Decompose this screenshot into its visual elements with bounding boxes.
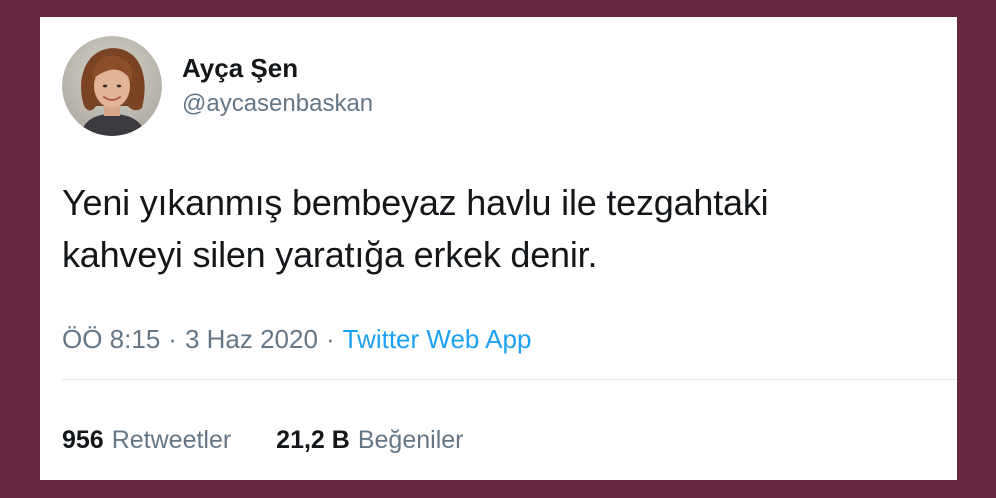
author-block: Ayça Şen @aycasenbaskan <box>182 51 373 121</box>
retweets-stat[interactable]: 956 Retweetler <box>62 423 231 457</box>
tweet-text: Yeni yıkanmış bembeyaz havlu ile tezgaht… <box>62 177 952 281</box>
tweet-text-line: Yeni yıkanmış bembeyaz havlu ile tezgaht… <box>62 182 769 223</box>
likes-label: Beğeniler <box>357 426 464 454</box>
tweet-text-line: kahveyi silen yaratığa erkek denir. <box>62 234 598 275</box>
author-handle[interactable]: @aycasenbaskan <box>182 87 373 121</box>
divider <box>62 379 957 380</box>
tweet-source-link[interactable]: Twitter Web App <box>343 324 532 354</box>
likes-count: 21,2 B <box>276 426 350 454</box>
tweet-card: Ayça Şen @aycasenbaskan Yeni yıkanmış be… <box>40 17 957 480</box>
retweets-count: 956 <box>62 426 104 454</box>
tweet-time[interactable]: ÖÖ 8:15 <box>62 324 160 354</box>
meta-separator: · <box>168 324 177 354</box>
likes-stat[interactable]: 21,2 B Beğeniler <box>276 423 463 457</box>
tweet-stats: 956 Retweetler 21,2 B Beğeniler <box>62 423 463 457</box>
avatar[interactable] <box>62 36 162 136</box>
retweets-label: Retweetler <box>111 426 232 454</box>
author-display-name[interactable]: Ayça Şen <box>182 51 373 85</box>
meta-separator: · <box>325 324 335 354</box>
tweet-meta: ÖÖ 8:15 · 3 Haz 2020 · Twitter Web App <box>62 321 531 357</box>
tweet-date[interactable]: 3 Haz 2020 <box>185 324 318 354</box>
